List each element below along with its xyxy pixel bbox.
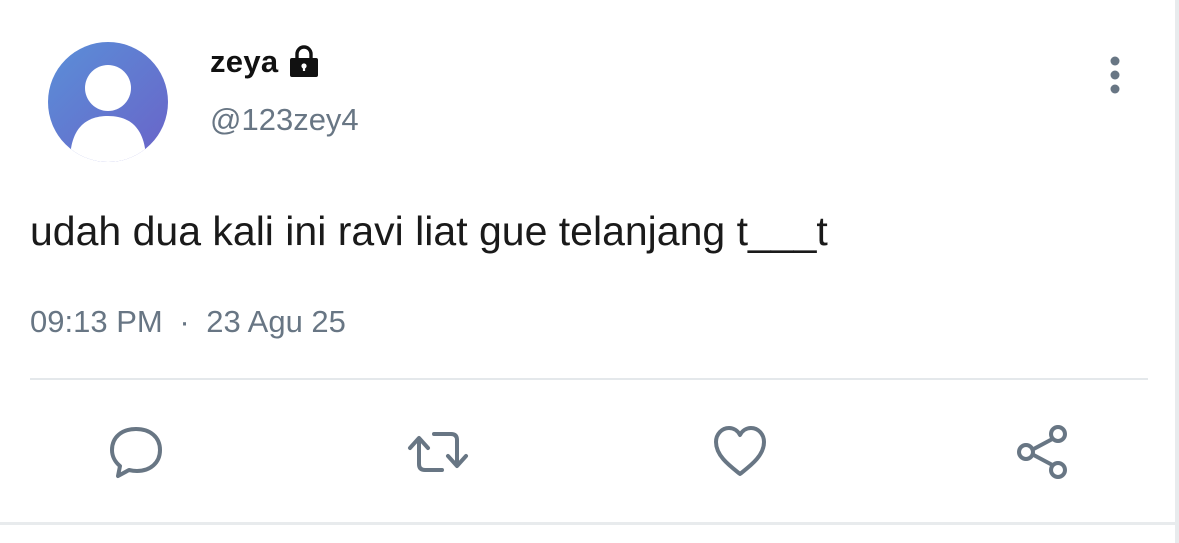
avatar[interactable] (48, 42, 168, 162)
reply-button[interactable] (104, 420, 168, 484)
display-name-row: zeya (210, 40, 322, 84)
divider (30, 378, 1148, 380)
retweet-button[interactable] (406, 420, 470, 484)
default-avatar-icon (70, 65, 146, 162)
tweet-card: zeya @123zey4 udah dua kali ini ravi lia… (0, 0, 1179, 543)
tweet-time: 09:13 PM (30, 304, 163, 339)
timestamp-separator: · (179, 304, 190, 339)
timestamp-row: 09:13 PM · 23 Agu 25 (30, 304, 346, 340)
speech-bubble-icon (110, 427, 162, 478)
bottom-divider (0, 522, 1179, 525)
like-button[interactable] (708, 420, 772, 484)
username[interactable]: @123zey4 (210, 102, 359, 138)
right-edge-border (1175, 0, 1179, 543)
lock-icon (286, 44, 322, 80)
retweet-icon (408, 432, 468, 472)
display-name[interactable]: zeya (210, 44, 278, 80)
heart-icon (714, 426, 766, 476)
tweet-text: udah dua kali ini ravi liat gue telanjan… (30, 208, 828, 254)
vertical-dots-icon[interactable] (1096, 52, 1134, 98)
tweet-date[interactable]: 23 Agu 25 (206, 304, 346, 339)
share-icon (1017, 425, 1067, 479)
share-button[interactable] (1012, 420, 1076, 484)
